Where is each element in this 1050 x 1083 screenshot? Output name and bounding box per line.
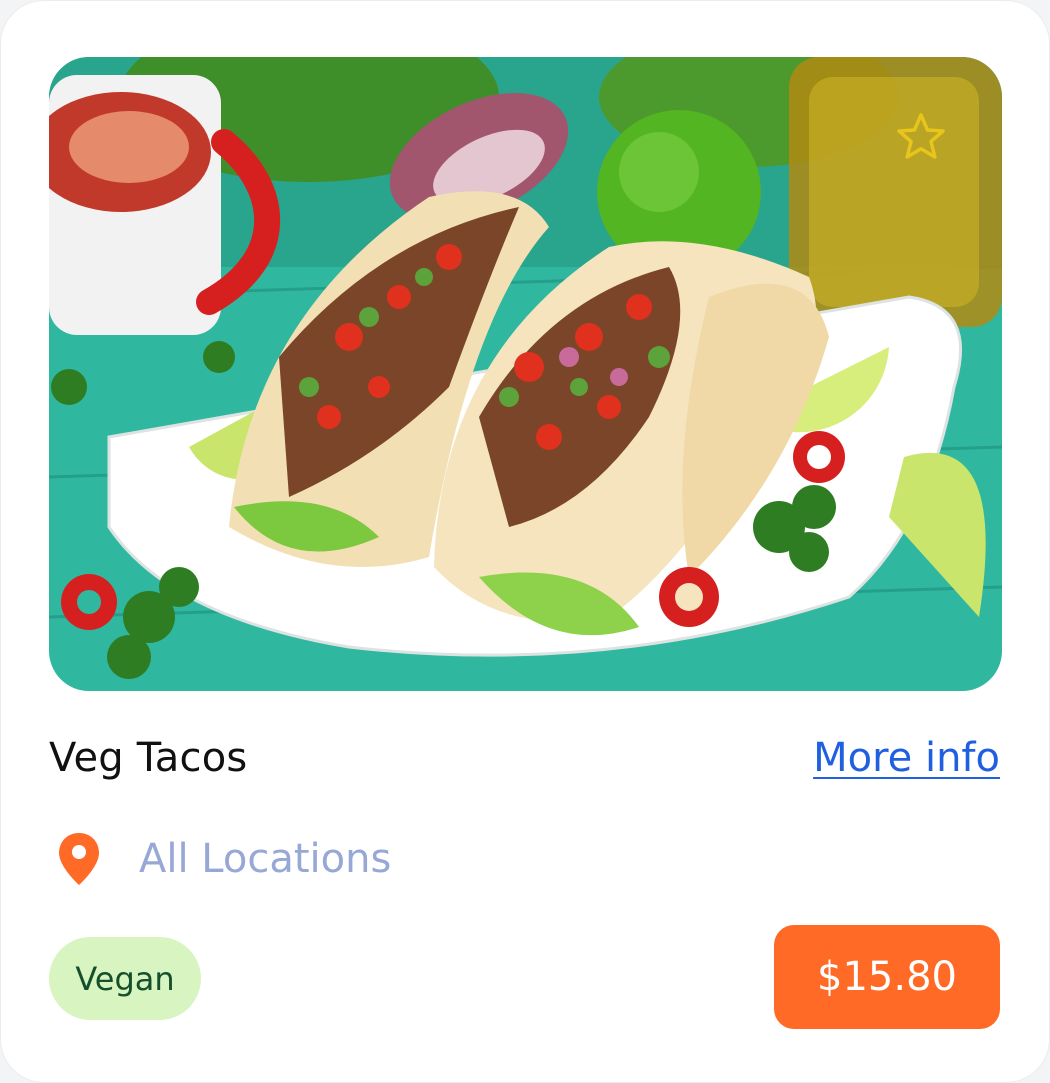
location-row: All Locations — [57, 829, 391, 889]
more-info-link[interactable]: More info — [813, 735, 1000, 781]
location-label: All Locations — [139, 836, 392, 882]
favorite-star-button[interactable] — [892, 109, 950, 167]
vegan-tag-badge: Vegan — [49, 937, 201, 1020]
map-pin-icon — [59, 833, 99, 885]
food-illustration — [49, 57, 1002, 691]
product-title: Veg Tacos — [49, 735, 248, 781]
food-photo — [49, 57, 1002, 691]
price-button[interactable]: $15.80 — [774, 925, 1000, 1029]
star-outline-icon — [897, 113, 945, 159]
product-card: Veg Tacos More info All Locations Vegan … — [0, 0, 1050, 1083]
